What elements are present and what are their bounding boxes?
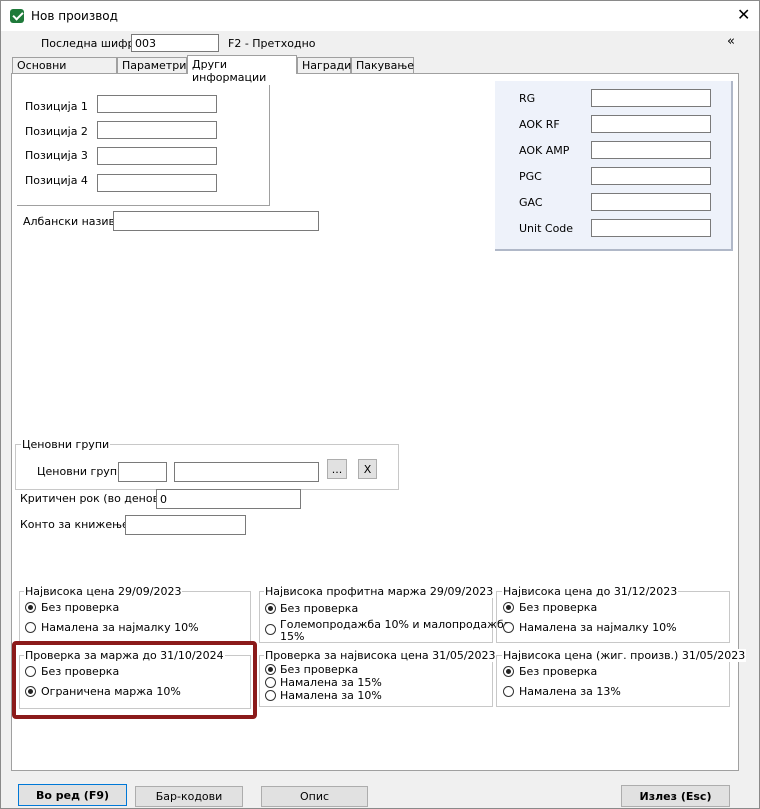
gac-label: GAC [519, 196, 543, 209]
highest-price-3112-title: Највисока цена до 31/12/2023 [502, 585, 679, 598]
highest-price-stamped-group [496, 655, 730, 707]
albanian-name-label: Албански назив [23, 215, 116, 228]
option-reduced-13: Намалена за 13% [519, 685, 621, 698]
highest-price-check-title: Проверка за највисока цена 31/05/2023 [264, 649, 497, 662]
radio-reduced-10[interactable] [503, 622, 514, 633]
description-button[interactable]: Опис [261, 786, 368, 807]
option-no-check: Без проверка [280, 602, 359, 615]
option-reduced-10: Намалена за најмалку 10% [519, 621, 677, 634]
tab-packaging[interactable]: Пакување [351, 57, 414, 73]
price-group-code-input[interactable] [118, 462, 167, 482]
radio-reduced-13[interactable] [503, 686, 514, 697]
radio-no-check[interactable] [25, 602, 36, 613]
price-groups-label: Ценовни групи: [37, 465, 128, 478]
option-no-check: Без проверка [41, 601, 120, 614]
position-2-label: Позиција 2 [25, 125, 88, 138]
highest-price-3112-group [496, 591, 730, 643]
barcodes-button[interactable]: Бар-кодови [135, 786, 243, 807]
position-1-label: Позиција 1 [25, 100, 88, 113]
critical-term-input[interactable] [156, 489, 301, 509]
position-4-input[interactable] [97, 174, 217, 192]
unit-code-input[interactable] [591, 219, 711, 237]
dialog-window: Нов производ ✕ Последна шифра F2 - Претх… [0, 0, 760, 809]
critical-term-label: Критичен рок (во денови): [20, 492, 175, 505]
rg-input[interactable] [591, 89, 711, 107]
collapse-icon[interactable]: « [727, 34, 735, 49]
pgc-input[interactable] [591, 167, 711, 185]
radio-no-check[interactable] [265, 664, 276, 675]
app-logo-icon [10, 9, 24, 23]
position-3-input[interactable] [97, 147, 217, 165]
aok-rf-input[interactable] [591, 115, 711, 133]
highest-profit-margin-title: Највисока профитна маржа 29/09/2023 [264, 585, 495, 598]
radio-reduced-10[interactable] [265, 690, 276, 701]
last-code-input[interactable] [131, 34, 219, 52]
aok-amp-input[interactable] [591, 141, 711, 159]
position-1-input[interactable] [97, 95, 217, 113]
albanian-name-input[interactable] [113, 211, 319, 231]
option-no-check: Без проверка [519, 665, 598, 678]
tab-parameters[interactable]: Параметри [117, 57, 187, 73]
price-groups-title: Ценовни групи [21, 438, 111, 451]
aok-rf-label: AOK RF [519, 118, 560, 131]
option-reduced-15: Намалена за 15% [280, 676, 382, 689]
radio-reduced-15[interactable] [265, 677, 276, 688]
account-label: Конто за книжење: [20, 518, 133, 531]
highest-price-stamped-title: Највисока цена (жиг. произв.) 31/05/2023 [502, 649, 747, 662]
position-3-label: Позиција 3 [25, 149, 88, 162]
radio-no-check[interactable] [503, 602, 514, 613]
price-group-clear-button[interactable]: X [358, 459, 377, 479]
highlight-frame [12, 641, 257, 719]
option-wholesale-retail-cont: 15% [280, 630, 305, 643]
price-group-browse-button[interactable]: ... [327, 459, 347, 479]
account-input[interactable] [125, 515, 246, 535]
tab-awards[interactable]: Награди [297, 57, 351, 73]
rg-label: RG [519, 92, 536, 105]
tab-other-info[interactable]: Други информации [187, 55, 297, 84]
exit-button[interactable]: Излез (Esc) [621, 785, 730, 807]
radio-reduced-10[interactable] [25, 622, 36, 633]
last-code-label: Последна шифра [41, 37, 142, 50]
position-2-input[interactable] [97, 121, 217, 139]
option-wholesale-retail: Големопродажба 10% и малопродажба [280, 618, 511, 631]
radio-wholesale-retail[interactable] [265, 624, 276, 635]
option-no-check: Без проверка [280, 663, 359, 676]
radio-no-check[interactable] [503, 666, 514, 677]
option-no-check: Без проверка [519, 601, 598, 614]
highest-price-2909-group [19, 591, 251, 643]
radio-no-check[interactable] [265, 603, 276, 614]
window-title: Нов производ [31, 9, 118, 23]
gac-input[interactable] [591, 193, 711, 211]
aok-amp-label: AOK AMP [519, 144, 570, 157]
title-bar: Нов производ ✕ [1, 1, 759, 31]
price-group-name-input[interactable] [174, 462, 319, 482]
pgc-label: PGC [519, 170, 542, 183]
unit-code-label: Unit Code [519, 222, 574, 235]
previous-hint: F2 - Претходно [228, 37, 316, 50]
highest-price-2909-title: Највисока цена 29/09/2023 [24, 585, 183, 598]
option-reduced-10: Намалена за најмалку 10% [41, 621, 199, 634]
close-icon[interactable]: ✕ [737, 5, 750, 24]
position-4-label: Позиција 4 [25, 174, 88, 187]
option-reduced-10: Намалена за 10% [280, 689, 382, 702]
ok-button[interactable]: Во ред (F9) [18, 784, 127, 806]
tab-basic-data[interactable]: Основни податоци [12, 57, 117, 85]
